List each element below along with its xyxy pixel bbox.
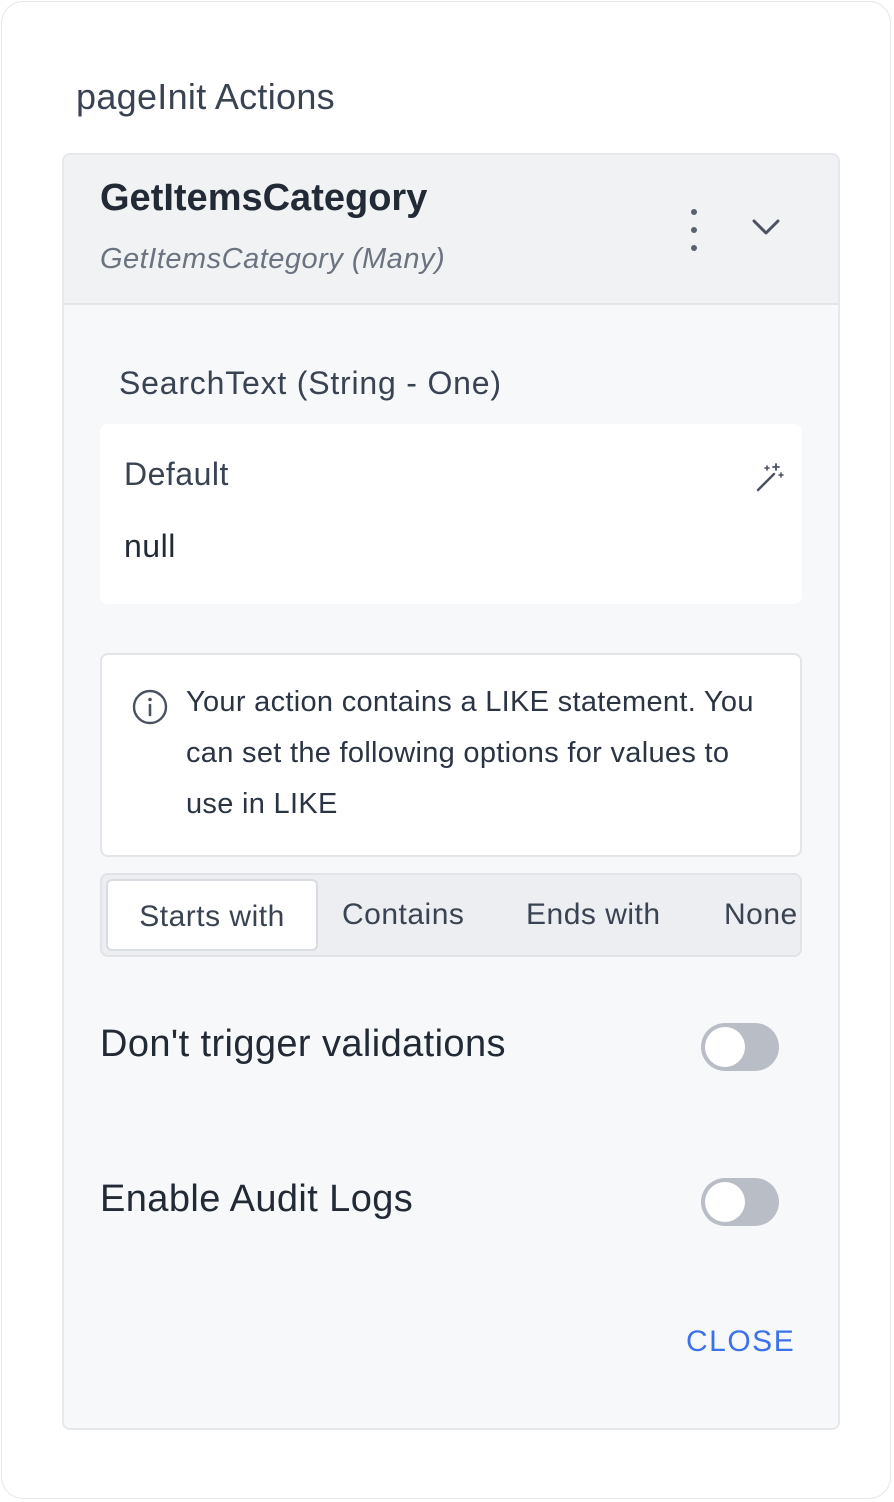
close-button[interactable]: CLOSE: [686, 1325, 795, 1359]
like-option-ends-with[interactable]: Ends with: [526, 879, 661, 951]
action-card-header[interactable]: GetItemsCategory GetItemsCategory (Many): [64, 155, 838, 305]
dont-trigger-validations-label: Don't trigger validations: [100, 1023, 506, 1065]
like-option-starts-with[interactable]: Starts with: [106, 879, 318, 951]
like-info-box: Your action contains a LIKE statement. Y…: [100, 653, 802, 857]
like-info-text: Your action contains a LIKE statement. Y…: [186, 686, 754, 820]
parameter-field[interactable]: Default null: [100, 424, 802, 604]
panel-frame: pageInit Actions GetItemsCategory GetIte…: [1, 1, 891, 1499]
magic-wand-icon[interactable]: [752, 460, 786, 494]
chevron-down-icon[interactable]: [746, 211, 786, 241]
section-title: pageInit Actions: [76, 76, 335, 117]
dont-trigger-validations-toggle[interactable]: [701, 1023, 779, 1071]
like-option-none[interactable]: None: [724, 879, 798, 951]
parameter-label: SearchText (String - One): [119, 365, 502, 401]
kebab-menu-icon[interactable]: [679, 209, 709, 251]
like-option-contains[interactable]: Contains: [342, 879, 464, 951]
like-options-segmented-control: Starts with Contains Ends with None: [100, 873, 802, 957]
toggle-knob: [705, 1182, 745, 1222]
enable-audit-logs-label: Enable Audit Logs: [100, 1178, 414, 1220]
parameter-value[interactable]: null: [124, 528, 176, 565]
action-subtitle: GetItemsCategory (Many): [100, 243, 446, 275]
enable-audit-logs-toggle[interactable]: [701, 1178, 779, 1226]
toggle-knob: [705, 1027, 745, 1067]
parameter-field-label: Default: [124, 456, 229, 492]
action-card: GetItemsCategory GetItemsCategory (Many)…: [62, 153, 840, 1430]
info-icon: [132, 689, 168, 725]
action-name: GetItemsCategory: [100, 177, 428, 219]
